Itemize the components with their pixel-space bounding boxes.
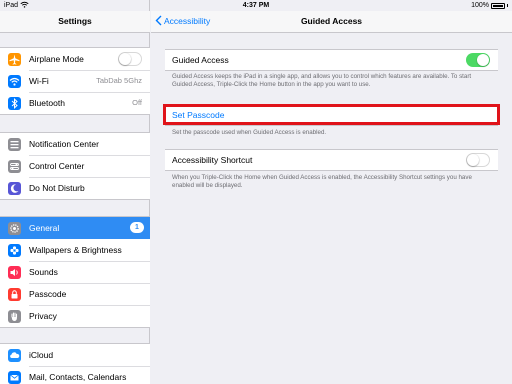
sidebar-item-notification-center[interactable]: Notification Center [0,133,150,155]
battery-percent: 100% [471,2,489,9]
settings-sidebar: Settings Airplane Mode Wi-Fi TabDab 5Ghz… [0,0,150,384]
sidebar-item-passcode[interactable]: Passcode [0,283,150,305]
sidebar-item-label: Bluetooth [29,98,65,108]
sidebar-item-wallpapers-brightness[interactable]: Wallpapers & Brightness [0,239,150,261]
highlight-box [163,104,500,125]
toggle-knob [477,54,489,66]
toggle-knob [119,53,131,65]
back-button[interactable]: Accessibility [155,15,210,26]
bluetooth-value: Off [132,98,142,107]
battery-icon [491,2,505,9]
accessibility-shortcut-note: When you Triple-Click the Home when Guid… [172,174,472,189]
sidebar-item-label: Passcode [29,289,67,299]
sidebar-item-general[interactable]: General 1 [0,217,150,239]
sidebar-item-airplane-mode[interactable]: Airplane Mode [0,48,150,70]
sidebar-header: Settings [0,11,150,33]
wifi-icon [8,75,21,88]
sidebar-title: Settings [58,16,92,26]
back-button-label: Accessibility [164,15,211,26]
sidebar-item-label: Control Center [29,161,85,171]
mail-icon [8,371,21,384]
sidebar-item-label: iCloud [29,350,54,360]
lock-icon [8,288,21,301]
notification-center-icon [8,138,21,151]
guided-access-group: Guided Access [165,49,498,71]
sidebar-item-label: Wallpapers & Brightness [29,245,122,255]
battery-tip [507,4,508,7]
sidebar-item-control-center[interactable]: Control Center [0,155,150,177]
sidebar-item-label: Notification Center [29,139,99,149]
moon-icon [8,182,21,195]
chevron-left-icon [155,15,162,26]
sidebar-item-sounds[interactable]: Sounds [0,261,150,283]
update-badge: 1 [130,222,144,233]
sidebar-item-icloud[interactable]: iCloud [0,344,150,366]
guided-access-toggle[interactable] [466,53,490,67]
sidebar-item-label: Mail, Contacts, Calendars [29,372,127,382]
sidebar-item-bluetooth[interactable]: Bluetooth Off [0,92,150,114]
connectivity-group: Airplane Mode Wi-Fi TabDab 5Ghz Bluetoot… [0,47,150,115]
guided-access-note: Guided Access keeps the iPad in a single… [172,73,472,88]
sidebar-item-do-not-disturb[interactable]: Do Not Disturb [0,177,150,199]
toggle-knob [467,154,479,166]
status-bar: iPad 4:37 PM 100% [0,0,512,11]
wifi-network-value: TabDab 5Ghz [96,76,142,85]
sidebar-item-wifi[interactable]: Wi-Fi TabDab 5Ghz [0,70,150,92]
guided-access-pane: Guided Access Accessibility Guided Acces… [151,0,512,384]
set-passcode-note: Set the passcode used when Guided Access… [172,129,327,136]
sidebar-item-label: Privacy [29,311,57,321]
accounts-group: iCloud Mail, Contacts, Calendars [0,343,150,384]
cloud-icon [8,349,21,362]
airplane-icon [8,53,21,66]
accessibility-shortcut-label: Accessibility Shortcut [172,155,253,165]
notifications-group: Notification Center Control Center Do No… [0,132,150,200]
gear-icon [8,222,21,235]
flower-icon [8,244,21,257]
accessibility-shortcut-row: Accessibility Shortcut [165,150,498,170]
guided-access-row: Guided Access [165,50,498,70]
sidebar-item-label: Airplane Mode [29,54,84,64]
speaker-icon [8,266,21,279]
status-time: 4:37 PM [242,2,270,9]
battery-indicator: 100% [471,0,508,11]
device-group: General 1 Wallpapers & Brightness Sounds… [0,216,150,328]
guided-access-label: Guided Access [172,55,229,65]
accessibility-shortcut-toggle[interactable] [466,153,490,167]
control-center-icon [8,160,21,173]
hand-icon [8,310,21,323]
sidebar-item-label: Wi-Fi [29,76,49,86]
airplane-mode-toggle[interactable] [118,52,142,66]
sidebar-item-label: Sounds [29,267,58,277]
bluetooth-icon [8,97,21,110]
sidebar-item-mail[interactable]: Mail, Contacts, Calendars [0,366,150,384]
sidebar-item-label: Do Not Disturb [29,183,85,193]
shortcut-group: Accessibility Shortcut [165,149,498,171]
sidebar-item-label: General [29,223,60,233]
content-header: Guided Access Accessibility [151,11,512,33]
sidebar-item-privacy[interactable]: Privacy [0,305,150,327]
